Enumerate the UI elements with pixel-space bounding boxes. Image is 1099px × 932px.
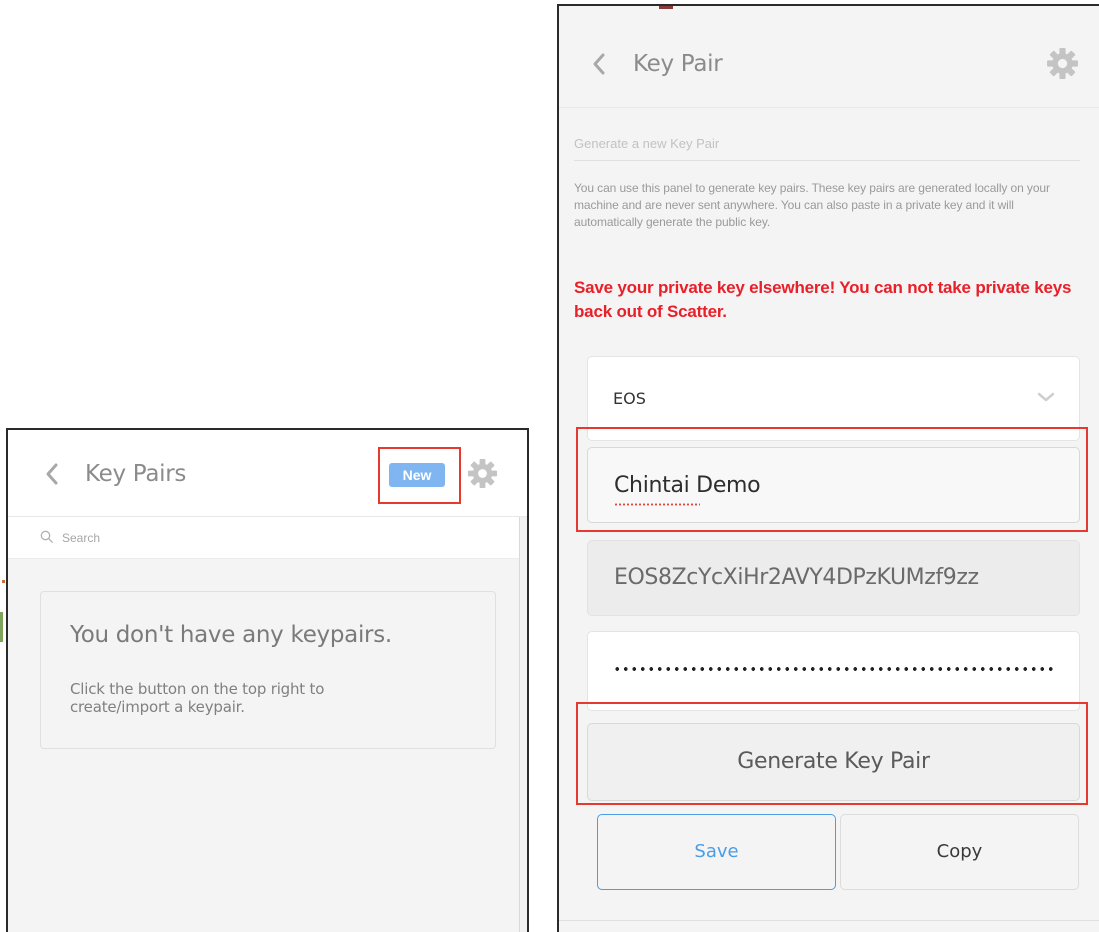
private-key-field[interactable] <box>587 631 1080 711</box>
copy-button[interactable]: Copy <box>840 814 1079 890</box>
search-bar <box>8 517 527 559</box>
blockchain-select-value: EOS <box>613 389 646 408</box>
key-pair-header: Key Pair <box>559 6 1099 108</box>
generate-key-pair-button[interactable]: Generate Key Pair <box>587 723 1080 801</box>
private-key-masked-value <box>613 666 1057 672</box>
empty-state-text: Click the button on the top right to cre… <box>70 680 325 716</box>
key-pair-panel: Key Pair Generate a new Key Pair You can <box>557 4 1099 932</box>
blockchain-select[interactable]: EOS <box>587 356 1080 441</box>
empty-state-title: You don't have any keypairs. <box>70 622 392 648</box>
keypair-name-input[interactable] <box>614 470 1044 500</box>
screenshot-stage: Key Pairs New Search You don't have any … <box>0 0 1099 932</box>
chevron-down-icon <box>1037 392 1055 402</box>
chevron-left-icon[interactable] <box>589 50 611 78</box>
search-icon <box>40 530 53 543</box>
save-button[interactable]: Save <box>597 814 836 890</box>
empty-state-card: You don't have any keypairs. Click the b… <box>40 591 496 749</box>
page-title: Key Pair <box>633 51 723 77</box>
public-key-value: EOS8ZcYcXiHr2AVY4DPzKUMzf9zz <box>614 565 979 590</box>
section-label: Generate a new Key Pair <box>574 136 720 151</box>
background-window-edge <box>0 612 3 642</box>
search-input[interactable] <box>62 525 362 551</box>
divider <box>574 160 1080 161</box>
key-pairs-panel: Key Pairs New Search You don't have any … <box>6 428 529 932</box>
scrollbar[interactable] <box>519 517 527 932</box>
panel-description: You can use this panel to generate key p… <box>574 181 1050 229</box>
background-window-edge <box>2 580 5 583</box>
new-keypair-button[interactable]: New <box>389 463 445 487</box>
gear-icon[interactable] <box>1046 47 1079 80</box>
page-title: Key Pairs <box>85 461 187 487</box>
private-key-warning: Save your private key elsewhere! You can… <box>574 278 1072 321</box>
chevron-left-icon[interactable] <box>42 460 64 488</box>
key-pairs-header: Key Pairs New <box>8 430 527 517</box>
gear-icon[interactable] <box>467 458 498 489</box>
public-key-field[interactable]: EOS8ZcYcXiHr2AVY4DPzKUMzf9zz <box>587 540 1080 616</box>
footer-divider <box>559 920 1099 921</box>
window-edge-mark <box>659 6 673 9</box>
spellcheck-underline <box>614 503 700 506</box>
keypair-name-field <box>587 447 1080 523</box>
